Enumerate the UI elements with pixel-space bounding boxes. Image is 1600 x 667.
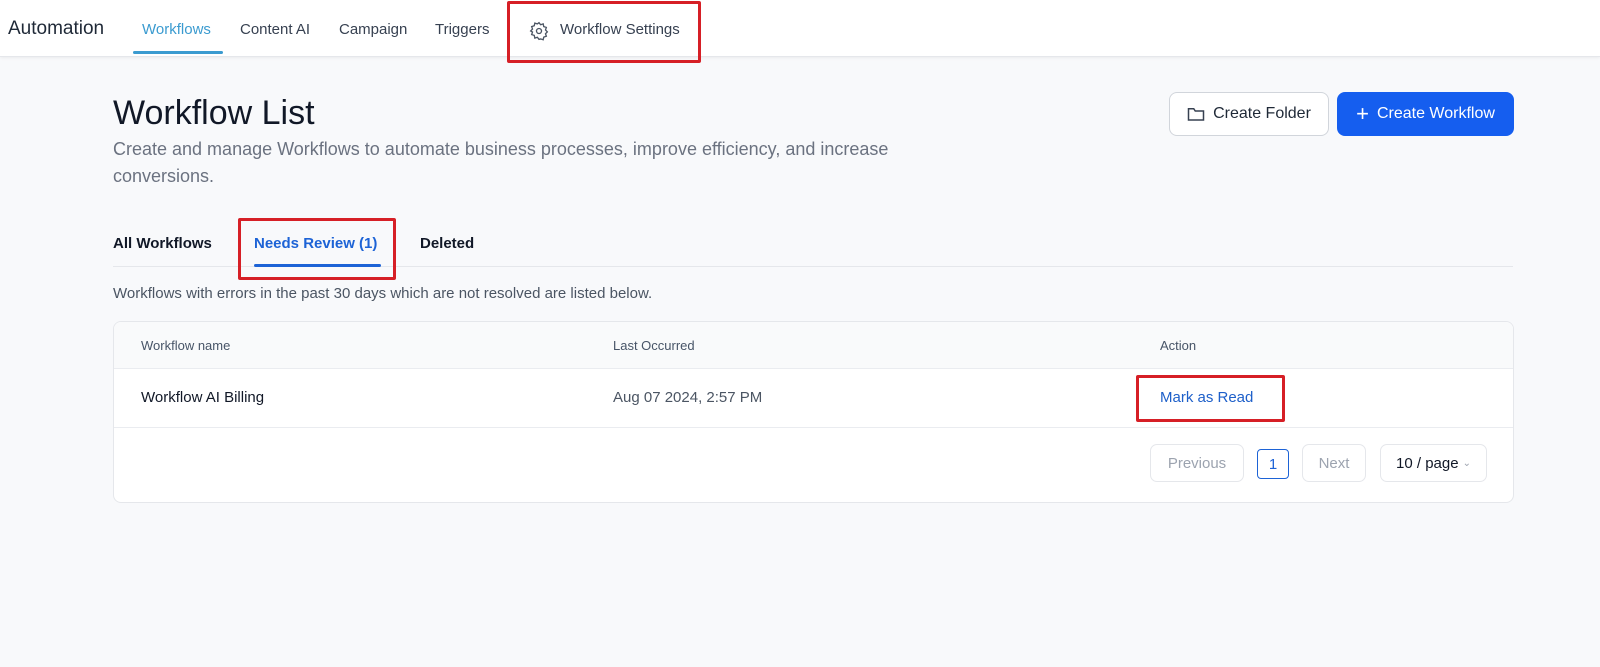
column-header: Action [1160,338,1197,353]
page-subtitle: Create and manage Workflows to automate … [113,139,889,186]
review-note: Workflows with errors in the past 30 day… [113,285,653,302]
nav-campaign[interactable]: Campaign [339,21,407,38]
workflow-table: Workflow name Last Occurred Action Workf… [113,321,1514,503]
nav-content-ai[interactable]: Content AI [240,21,310,38]
workflow-name[interactable]: Workflow AI Billing [141,389,264,406]
next-page-button[interactable]: Next [1302,444,1366,482]
table-row: Workflow AI Billing Aug 07 2024, 2:57 PM… [114,369,1513,428]
folder-icon [1187,108,1205,121]
chevron-down-icon: ⌄ [1462,457,1471,469]
page-title: Workflow List [113,94,315,132]
column-header: Last Occurred [613,338,695,353]
top-nav-bar: Automation Workflows Content AI Campaign… [0,0,1600,57]
tab-needs-review[interactable]: Needs Review (1) [254,235,377,252]
plus-icon: + [1356,101,1369,126]
nav-triggers[interactable]: Triggers [435,21,489,38]
page-size-select[interactable]: 10 / page ⌄ [1380,444,1487,482]
nav-workflows[interactable]: Workflows [142,21,211,38]
create-folder-label: Create Folder [1213,105,1311,122]
mark-as-read-link[interactable]: Mark as Read [1160,389,1253,406]
active-tab-indicator [254,264,381,267]
previous-page-button[interactable]: Previous [1150,444,1244,482]
app-title: Automation [8,18,105,39]
nav-workflow-settings[interactable]: Workflow Settings [560,21,680,38]
tab-deleted[interactable]: Deleted [420,235,474,252]
create-workflow-label: Create Workflow [1376,105,1495,122]
tab-all-workflows[interactable]: All Workflows [113,235,212,252]
column-header: Workflow name [141,338,231,353]
create-folder-button[interactable]: Create Folder [1169,92,1329,136]
page-1-button[interactable]: 1 [1257,449,1289,479]
active-nav-indicator [133,51,223,54]
page-size-value: 10 / page [1396,454,1459,472]
last-occurred: Aug 07 2024, 2:57 PM [613,389,763,406]
table-header: Workflow name Last Occurred Action [114,322,1513,369]
create-workflow-button[interactable]: + Create Workflow [1337,92,1514,136]
gear-icon [529,21,549,41]
